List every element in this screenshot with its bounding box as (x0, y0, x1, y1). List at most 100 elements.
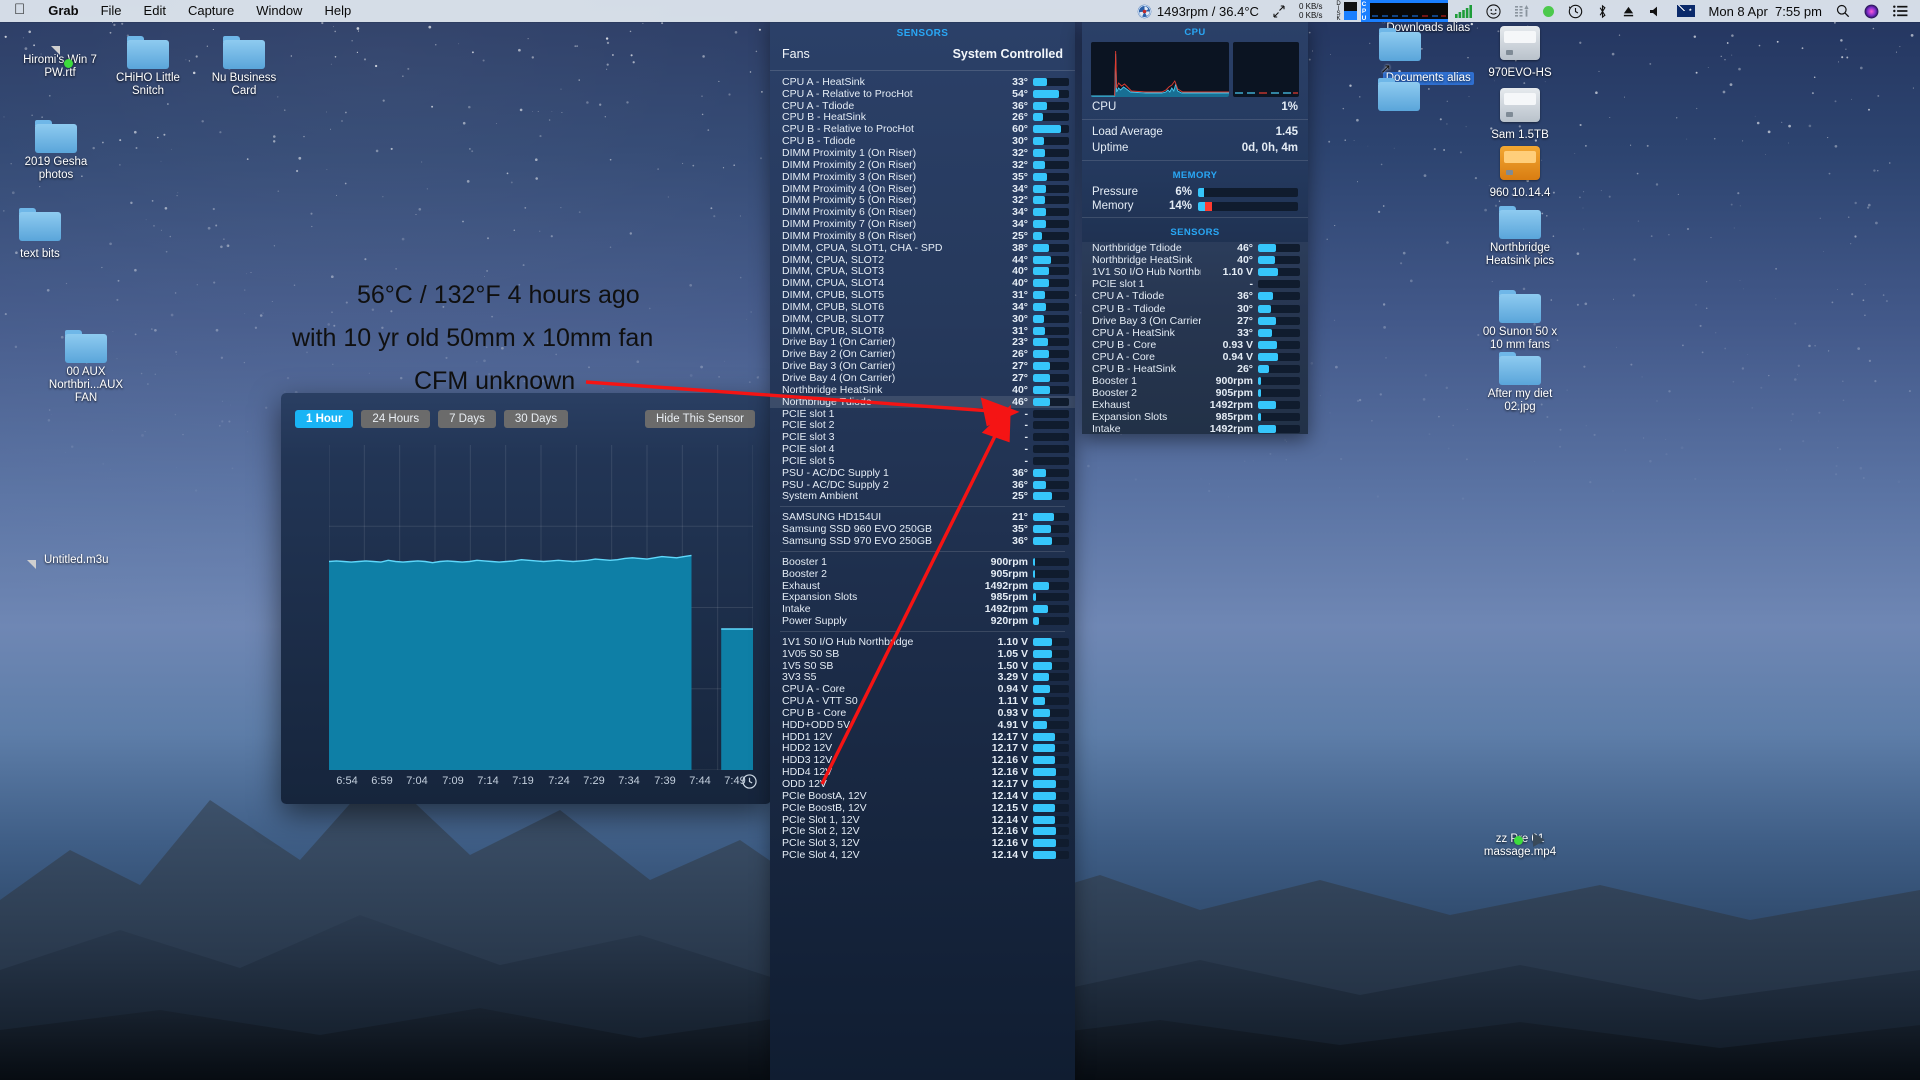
sensor-row[interactable]: Booster 2 905rpm (770, 568, 1075, 580)
istat-widget-panel[interactable]: CPU CPU 1% Load Average 1.45 Uptime 0d, … (1082, 22, 1308, 434)
sensor-row[interactable]: Intake 1492rpm (770, 603, 1075, 615)
sensor-row[interactable]: PCIe BoostA, 12V 12.14 V (770, 790, 1075, 802)
sensor-row[interactable]: CPU B - Relative to ProcHot 60° (770, 123, 1075, 135)
tab-24-hours[interactable]: 24 Hours (361, 410, 431, 428)
sensor-row[interactable]: DIMM, CPUA, SLOT3 40° (770, 265, 1075, 277)
sensor-row[interactable]: Drive Bay 3 (On Carrier) 27° (770, 360, 1075, 372)
sensor-row[interactable]: DIMM Proximity 2 (On Riser) 32° (770, 159, 1075, 171)
sensor-row[interactable]: PSU - AC/DC Supply 2 36° (770, 479, 1075, 491)
sensor-row[interactable]: PCIe Slot 1, 12V 12.14 V (770, 814, 1075, 826)
widget-sensor-row[interactable]: Booster 2 905rpm (1082, 387, 1308, 399)
apple-menu-icon[interactable]:  (0, 0, 37, 22)
sensor-row[interactable]: ODD 12V 12.17 V (770, 778, 1075, 790)
volume-icon[interactable] (1642, 0, 1670, 22)
menu-item-capture[interactable]: Capture (177, 0, 245, 22)
sensor-row[interactable]: DIMM Proximity 3 (On Riser) 35° (770, 171, 1075, 183)
menubar-datetime[interactable]: Mon 8 Apr 7:55 pm (1702, 0, 1829, 22)
widget-sensor-row[interactable]: Booster 1 900rpm (1082, 375, 1308, 387)
sensor-row[interactable]: PCIE slot 1 - (770, 408, 1075, 420)
sensor-row[interactable]: DIMM, CPUA, SLOT4 40° (770, 277, 1075, 289)
sensor-row[interactable]: 1V05 S0 SB 1.05 V (770, 648, 1075, 660)
menu-item-help[interactable]: Help (313, 0, 362, 22)
signal-bars-icon[interactable] (1448, 0, 1479, 22)
sensor-graph-window[interactable]: 1 Hour 24 Hours 7 Days 30 Days Hide This… (281, 393, 771, 804)
sensor-row[interactable]: PSU - AC/DC Supply 1 36° (770, 467, 1075, 479)
widget-sensor-row[interactable]: PCIE slot 1 - (1082, 278, 1308, 290)
sensor-row[interactable]: System Ambient 25° (770, 490, 1075, 502)
menu-item-window[interactable]: Window (245, 0, 313, 22)
desktop-icon-untitled-m3u[interactable]: Untitled.m3u (26, 550, 122, 568)
sensor-row[interactable]: DIMM Proximity 6 (On Riser) 34° (770, 206, 1075, 218)
sensor-row[interactable]: Exhaust 1492rpm (770, 580, 1075, 592)
sensor-row[interactable]: CPU A - VTT S0 1.11 V (770, 695, 1075, 707)
tab-1-hour[interactable]: 1 Hour (295, 410, 354, 428)
sensor-row[interactable]: CPU A - Tdiode 36° (770, 100, 1075, 112)
bluetooth-icon[interactable] (1590, 0, 1615, 22)
sensor-row[interactable]: 1V5 S0 SB 1.50 V (770, 660, 1075, 672)
desktop-icon-970evo-hs[interactable]: 970EVO-HS (1472, 26, 1568, 81)
menu-bar[interactable]:  Grab File Edit Capture Window Help 149… (0, 0, 1920, 22)
sensor-row[interactable]: Northbridge Tdiode 46° (770, 396, 1075, 408)
sensor-row[interactable]: DIMM, CPUB, SLOT5 31° (770, 289, 1075, 301)
widget-sensor-row[interactable]: CPU B - Tdiode 30° (1082, 302, 1308, 315)
green-status-dot-icon[interactable] (1536, 0, 1561, 22)
sensor-row[interactable]: PCIE slot 5 - (770, 455, 1075, 467)
system-controlled-label[interactable]: System Controlled (953, 47, 1063, 61)
sensor-row[interactable]: DIMM Proximity 4 (On Riser) 34° (770, 183, 1075, 195)
desktop-icon-documents-alias[interactable]: ↗ Documents alias (1378, 61, 1474, 86)
sensor-row[interactable]: PCIe Slot 3, 12V 12.16 V (770, 837, 1075, 849)
widget-sensor-row[interactable]: CPU A - Tdiode 36° (1082, 290, 1308, 302)
desktop-icon-business-card[interactable]: Nu Business Card (196, 36, 292, 99)
sensor-row[interactable]: PCIe BoostB, 12V 12.15 V (770, 802, 1075, 814)
sensor-row[interactable]: Drive Bay 4 (On Carrier) 27° (770, 372, 1075, 384)
search-icon[interactable] (1829, 0, 1857, 22)
istat-sensors-panel[interactable]: SENSORS Fans System Controlled CPU A - H… (770, 22, 1075, 1080)
sensor-row[interactable]: HDD1 12V 12.17 V (770, 731, 1075, 743)
widget-sensor-row[interactable]: Expansion Slots 985rpm (1082, 411, 1308, 423)
sensor-row[interactable]: CPU A - Relative to ProcHot 54° (770, 88, 1075, 100)
widget-sensor-row[interactable]: Exhaust 1492rpm (1082, 399, 1308, 411)
sensor-row[interactable]: PCIE slot 4 - (770, 443, 1075, 455)
siri-icon[interactable] (1857, 0, 1886, 22)
sensor-row[interactable]: PCIE slot 2 - (770, 419, 1075, 431)
sensor-row[interactable]: DIMM Proximity 1 (On Riser) 32° (770, 147, 1075, 159)
fan-status-item[interactable]: 1493rpm / 36.4°C (1130, 0, 1266, 22)
sensor-row[interactable]: 3V3 S5 3.29 V (770, 671, 1075, 683)
sensor-row[interactable]: Booster 1 900rpm (770, 556, 1075, 568)
widget-sensor-row[interactable]: Intake 1492rpm (1082, 423, 1308, 434)
sensor-row[interactable]: DIMM Proximity 7 (On Riser) 34° (770, 218, 1075, 230)
desktop-icon-after-my-diet[interactable]: After my diet 02.jpg (1472, 352, 1568, 415)
sensor-row[interactable]: 1V1 S0 I/O Hub Northbridge 1.10 V (770, 636, 1075, 648)
widget-sensor-row[interactable]: CPU B - Core 0.93 V (1082, 339, 1308, 351)
hide-this-sensor-button[interactable]: Hide This Sensor (645, 410, 755, 428)
sensor-row[interactable]: DIMM Proximity 8 (On Riser) 25° (770, 230, 1075, 242)
desktop-icon-little-snitch[interactable]: CHiHO Little Snitch (100, 36, 196, 99)
widget-sensor-row[interactable]: Northbridge Tdiode 46° (1082, 242, 1308, 254)
sensor-row[interactable]: Northbridge HeatSink 40° (770, 384, 1075, 396)
desktop-icon-sunon-fans[interactable]: 00 Sunon 50 x 10 mm fans (1472, 290, 1568, 353)
network-speed-item[interactable]: 0 KB/s 0 KB/s (1292, 0, 1330, 22)
sensor-row[interactable]: CPU B - HeatSink 26° (770, 111, 1075, 123)
disk-activity-item[interactable]: DISK (1330, 0, 1361, 22)
smiley-icon[interactable] (1479, 0, 1508, 22)
time-range-tabs[interactable]: 1 Hour 24 Hours 7 Days 30 Days (295, 410, 569, 428)
widget-sensor-row[interactable]: Northbridge HeatSink 40° (1082, 254, 1308, 266)
sensor-row[interactable]: HDD2 12V 12.17 V (770, 742, 1075, 754)
eject-icon[interactable] (1615, 0, 1642, 22)
sensor-row[interactable]: PCIE slot 3 - (770, 431, 1075, 443)
expand-arrows-icon[interactable] (1266, 0, 1292, 22)
sensor-row[interactable]: Samsung SSD 970 EVO 250GB 36° (770, 535, 1075, 547)
time-machine-icon[interactable] (1561, 0, 1590, 22)
desktop-icon-northbridge-pics[interactable]: Northbridge Heatsink pics (1472, 206, 1568, 269)
sensor-row[interactable]: Expansion Slots 985rpm (770, 591, 1075, 603)
sensor-row[interactable]: Samsung SSD 960 EVO 250GB 35° (770, 523, 1075, 535)
sensor-row[interactable]: DIMM, CPUA, SLOT1, CHA - SPD 38° (770, 242, 1075, 254)
sensor-row[interactable]: DIMM, CPUB, SLOT6 34° (770, 301, 1075, 313)
menu-item-edit[interactable]: Edit (133, 0, 177, 22)
desktop-icon-aux-fan[interactable]: 00 AUX Northbri...AUX FAN (38, 330, 134, 406)
sensor-row[interactable]: Drive Bay 2 (On Carrier) 26° (770, 348, 1075, 360)
menu-item-file[interactable]: File (90, 0, 133, 22)
sensor-row[interactable]: Power Supply 920rpm (770, 615, 1075, 627)
desktop-icon-text-bits[interactable]: text bits (0, 208, 88, 262)
sensor-row[interactable]: CPU B - Tdiode 30° (770, 135, 1075, 147)
